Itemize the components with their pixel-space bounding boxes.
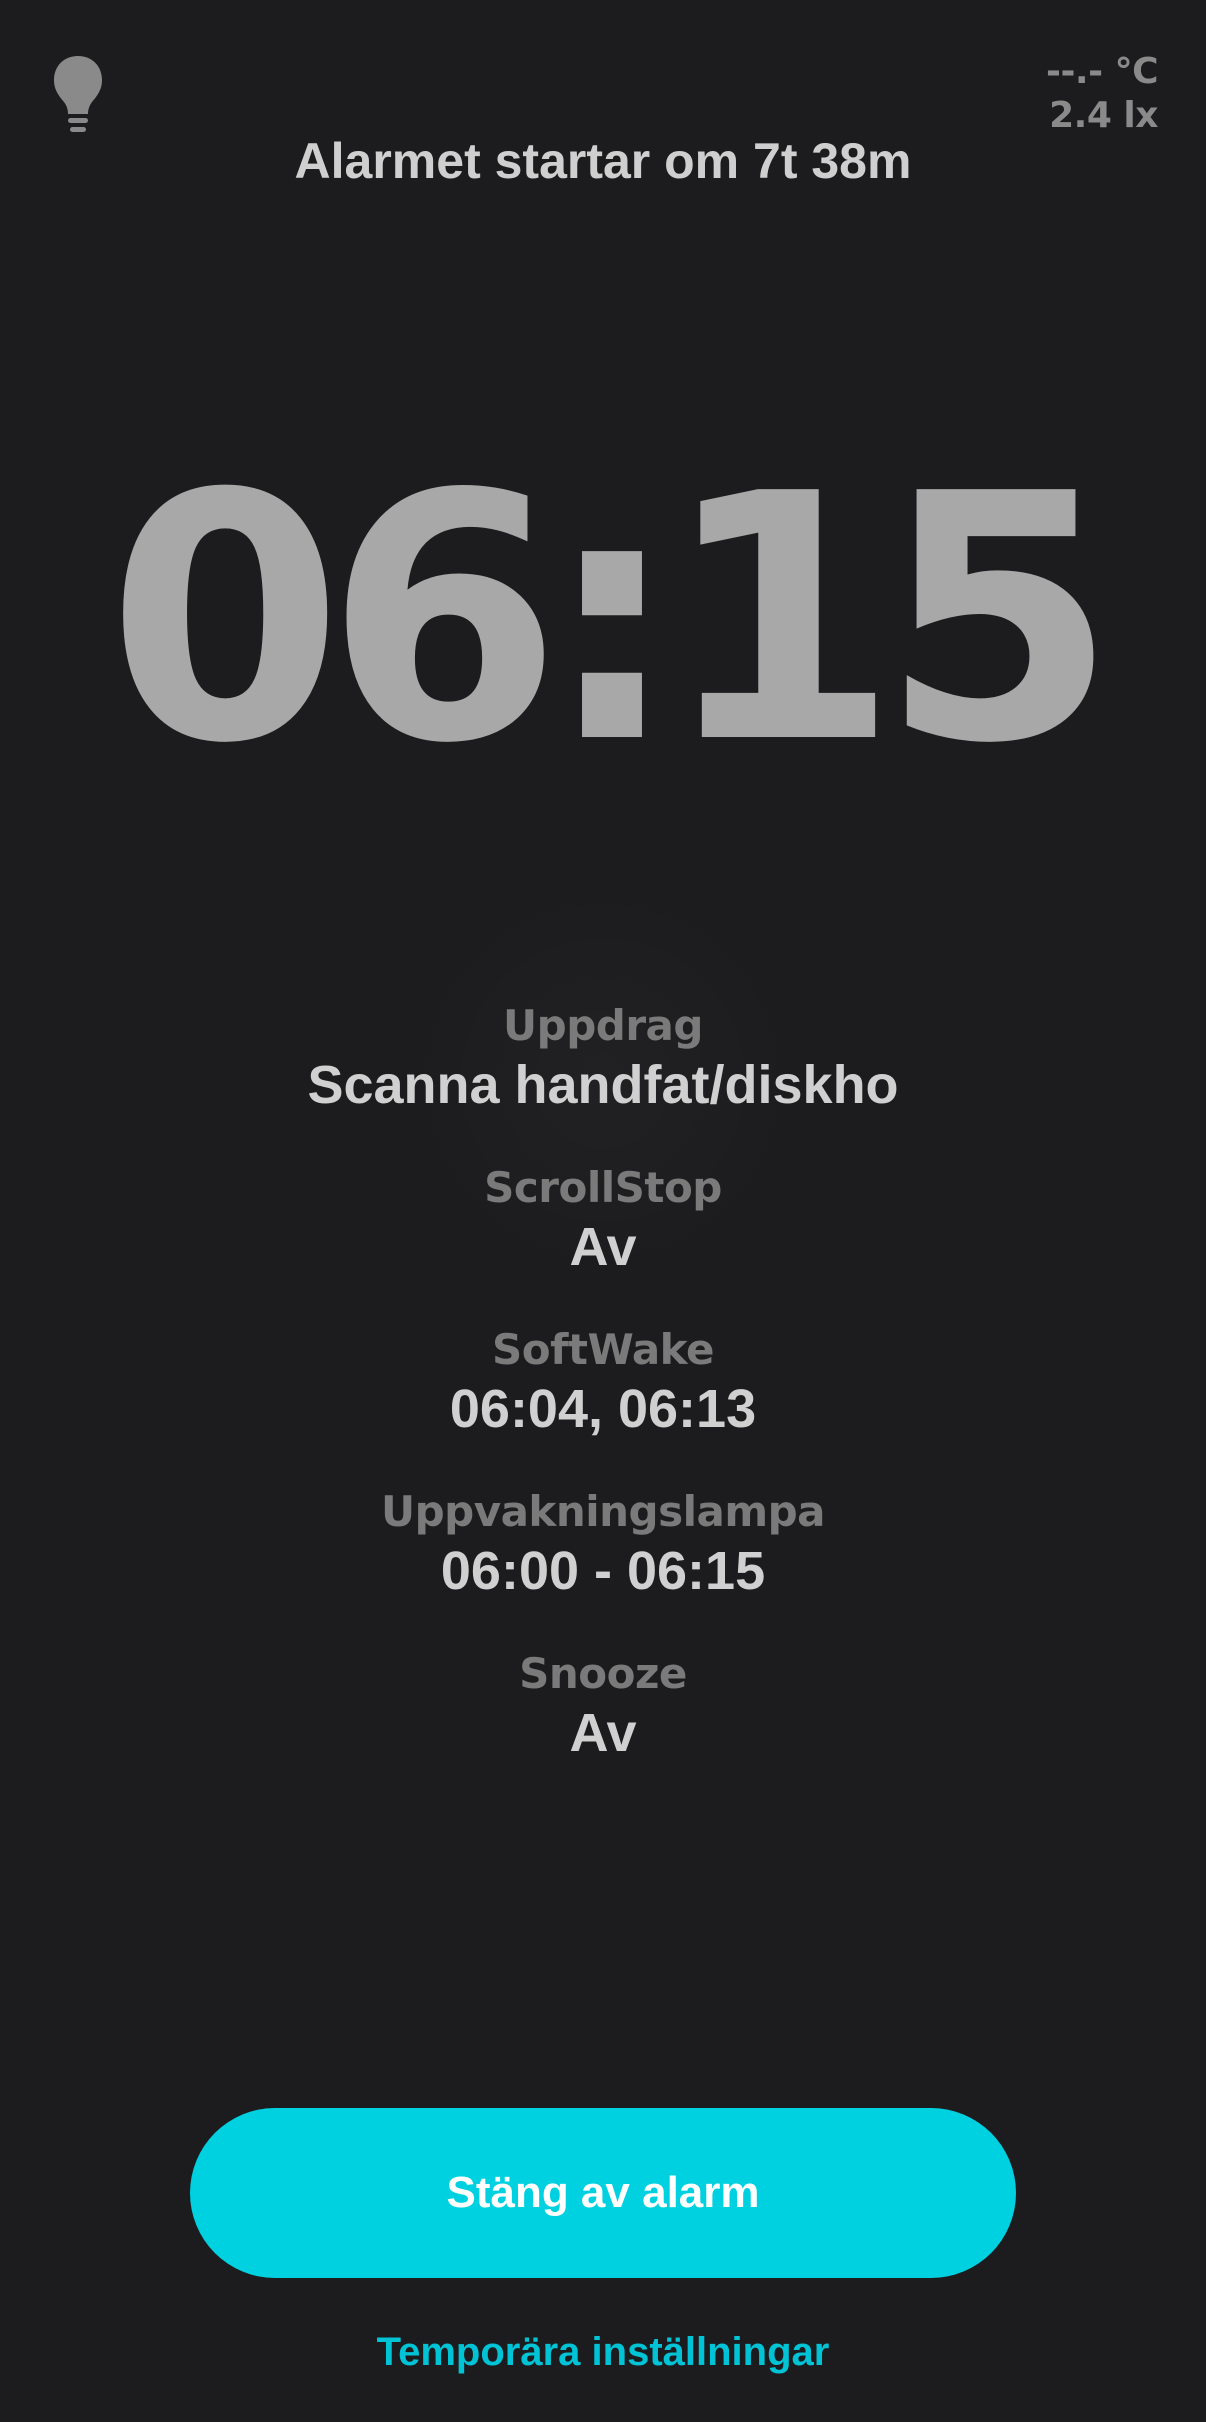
alarm-time: 06:15: [106, 422, 1117, 818]
detail-label: Uppvakningslampa: [380, 1487, 826, 1536]
lightbulb-icon[interactable]: [52, 54, 104, 138]
detail-label: Uppdrag: [503, 1001, 703, 1050]
detail-value: Av: [569, 1703, 637, 1763]
detail-value: Av: [569, 1217, 637, 1277]
temporary-settings-link[interactable]: Temporära inställningar: [0, 2330, 1206, 2375]
detail-softwake: SoftWake 06:04, 06:13: [0, 1324, 1206, 1442]
dismiss-alarm-button[interactable]: Stäng av alarm: [190, 2108, 1016, 2278]
temperature-reading: --.- °C: [1046, 51, 1158, 92]
alarm-countdown: Alarmet startar om 7t 38m: [294, 133, 912, 189]
detail-value: 06:00 - 06:15: [440, 1541, 766, 1601]
detail-wake-lamp: Uppvakningslampa 06:00 - 06:15: [0, 1486, 1206, 1604]
sensor-readout: --.- °C 2.4 lx: [1046, 50, 1158, 138]
detail-snooze: Snooze Av: [0, 1648, 1206, 1766]
detail-label: Snooze: [519, 1649, 687, 1698]
detail-label: SoftWake: [492, 1325, 714, 1374]
alarm-details: Uppdrag Scanna handfat/diskho ScrollStop…: [0, 1000, 1206, 1810]
detail-mission: Uppdrag Scanna handfat/diskho: [0, 1000, 1206, 1118]
detail-scrollstop: ScrollStop Av: [0, 1162, 1206, 1280]
detail-label: ScrollStop: [484, 1163, 722, 1212]
detail-value: 06:04, 06:13: [449, 1379, 757, 1439]
detail-value: Scanna handfat/diskho: [307, 1055, 899, 1115]
